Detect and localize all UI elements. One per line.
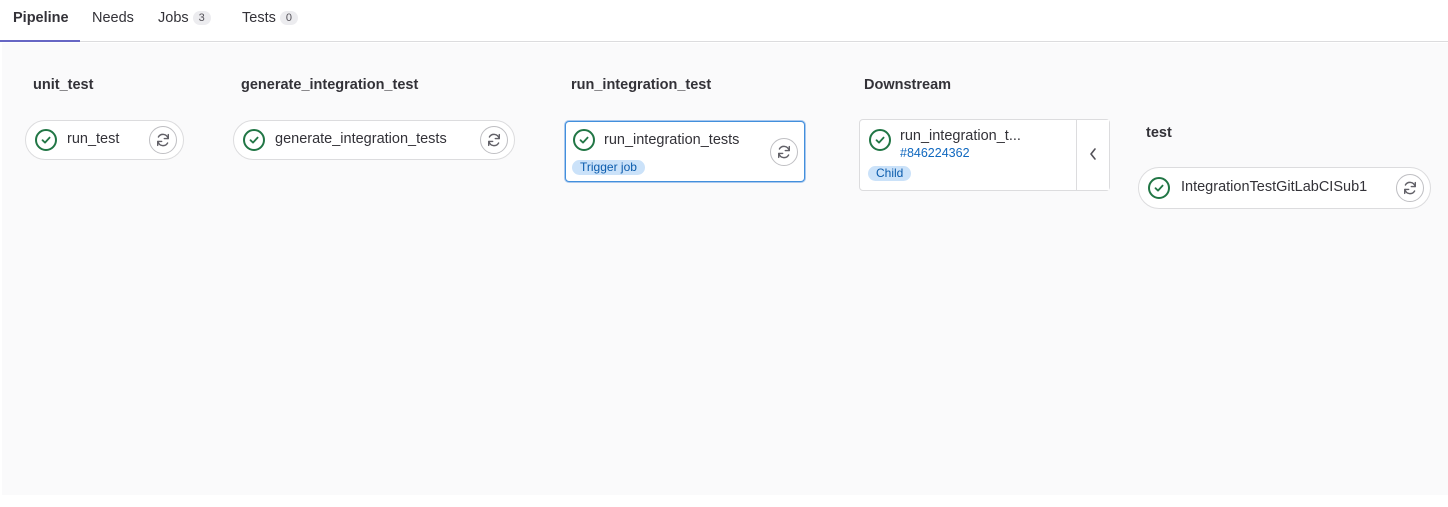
stage-title: unit_test [33, 77, 94, 93]
tab-tests-label: Tests [242, 10, 276, 26]
pipeline-graph: unit_test run_test generate_integration_… [2, 43, 1448, 495]
downstream-pipeline-id[interactable]: #846224362 [900, 146, 970, 160]
job-integration-test-gitlab-ci-sub1[interactable]: IntegrationTestGitLabCISub1 [1138, 167, 1431, 209]
retry-icon[interactable] [480, 126, 508, 154]
stage-title: run_integration_test [571, 77, 712, 93]
retry-icon[interactable] [1396, 174, 1424, 202]
check-circle-icon [243, 129, 265, 151]
check-circle-icon [869, 129, 891, 151]
downstream-pipeline-card[interactable]: run_integration_t... #846224362 Child [859, 119, 1110, 191]
tab-pipeline-label: Pipeline [13, 10, 69, 26]
tab-tests[interactable]: Tests 0 [242, 0, 298, 42]
job-name: IntegrationTestGitLabCISub1 [1181, 179, 1368, 195]
job-run-integration-tests[interactable]: run_integration_tests Trigger job [565, 121, 805, 182]
tab-tests-count: 0 [279, 11, 298, 25]
retry-icon[interactable] [149, 126, 177, 154]
job-run-test[interactable]: run_test [25, 120, 184, 160]
child-stage-title: test [1146, 125, 1172, 141]
tab-jobs-label: Jobs [158, 10, 189, 26]
check-circle-icon [1148, 177, 1170, 199]
job-generate-integration-tests[interactable]: generate_integration_tests [233, 120, 515, 160]
job-name: generate_integration_tests [275, 131, 447, 147]
retry-icon[interactable] [770, 138, 798, 166]
expand-downstream-button[interactable] [1076, 120, 1109, 190]
tab-jobs-count: 3 [192, 11, 211, 25]
child-badge: Child [868, 166, 912, 181]
downstream-job-name[interactable]: run_integration_t... [900, 128, 1021, 144]
tab-needs-label: Needs [92, 10, 134, 26]
tab-pipeline[interactable]: Pipeline [0, 0, 80, 42]
tab-jobs[interactable]: Jobs 3 [158, 0, 211, 42]
job-name: run_test [67, 131, 120, 147]
tab-needs[interactable]: Needs [92, 0, 134, 42]
trigger-job-badge: Trigger job [572, 160, 645, 175]
pipeline-tabs: Pipeline Needs Jobs 3 Tests 0 [0, 0, 1448, 42]
stage-title: generate_integration_test [241, 77, 419, 93]
downstream-title: Downstream [864, 77, 952, 93]
chevron-left-icon [1090, 148, 1096, 160]
check-circle-icon [573, 129, 595, 151]
check-circle-icon [35, 129, 57, 151]
job-name: run_integration_tests [604, 132, 740, 148]
